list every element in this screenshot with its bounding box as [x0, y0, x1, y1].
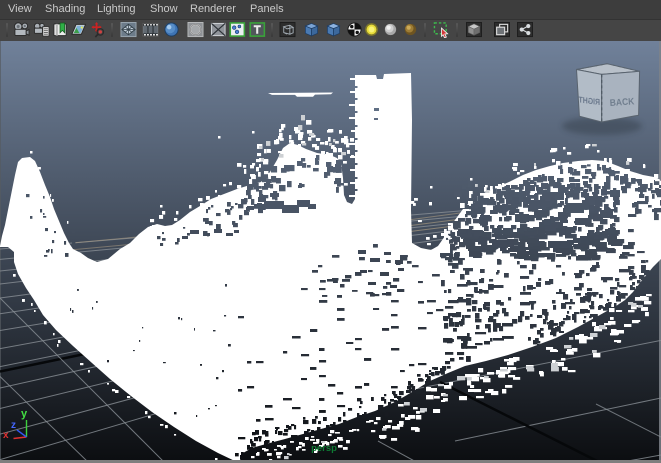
svg-text:persp: persp	[311, 443, 337, 454]
svg-text:z: z	[11, 420, 16, 431]
svg-text:BACK: BACK	[609, 96, 634, 109]
svg-text:x: x	[3, 430, 9, 441]
svg-text:y: y	[21, 408, 28, 420]
